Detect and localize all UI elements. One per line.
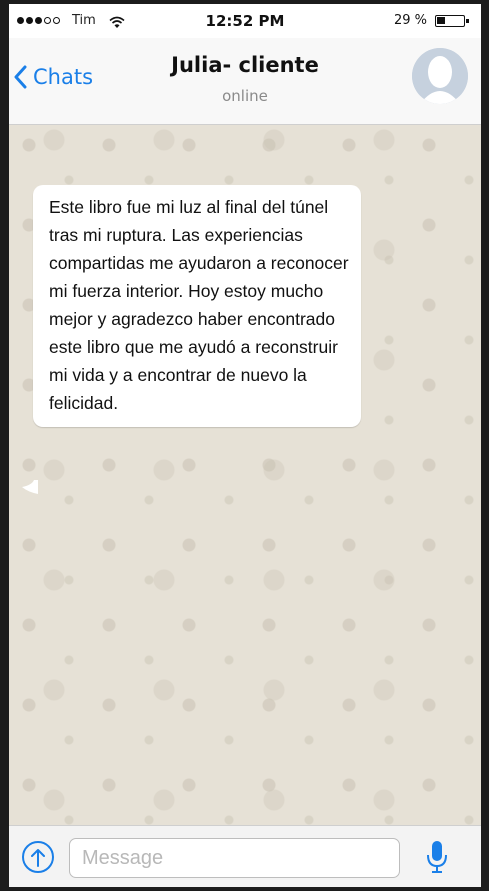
microphone-button[interactable] bbox=[426, 840, 448, 878]
microphone-icon bbox=[427, 841, 447, 873]
chat-header: Chats Julia- cliente online bbox=[9, 38, 481, 125]
message-input[interactable] bbox=[69, 838, 400, 878]
contact-status: online bbox=[222, 87, 268, 105]
avatar[interactable] bbox=[412, 48, 468, 104]
upload-arrow-icon bbox=[31, 849, 45, 867]
bubble-tail bbox=[22, 480, 38, 494]
status-bar: Tim 12:52 PM 29 % bbox=[9, 4, 481, 38]
battery-icon bbox=[435, 15, 469, 27]
battery-percent: 29 % bbox=[394, 13, 428, 28]
message-input-bar bbox=[9, 825, 481, 887]
contact-name[interactable]: Julia- cliente bbox=[9, 53, 481, 77]
phone-screen: Tim 12:52 PM 29 % Chats Julia- cliente o… bbox=[9, 4, 481, 887]
chat-area[interactable]: Este libro fue mi luz al final del túnel… bbox=[9, 125, 481, 825]
avatar-placeholder-icon bbox=[412, 48, 468, 104]
message-bubble[interactable]: Este libro fue mi luz al final del túnel… bbox=[33, 185, 361, 427]
attach-button[interactable] bbox=[22, 841, 54, 873]
